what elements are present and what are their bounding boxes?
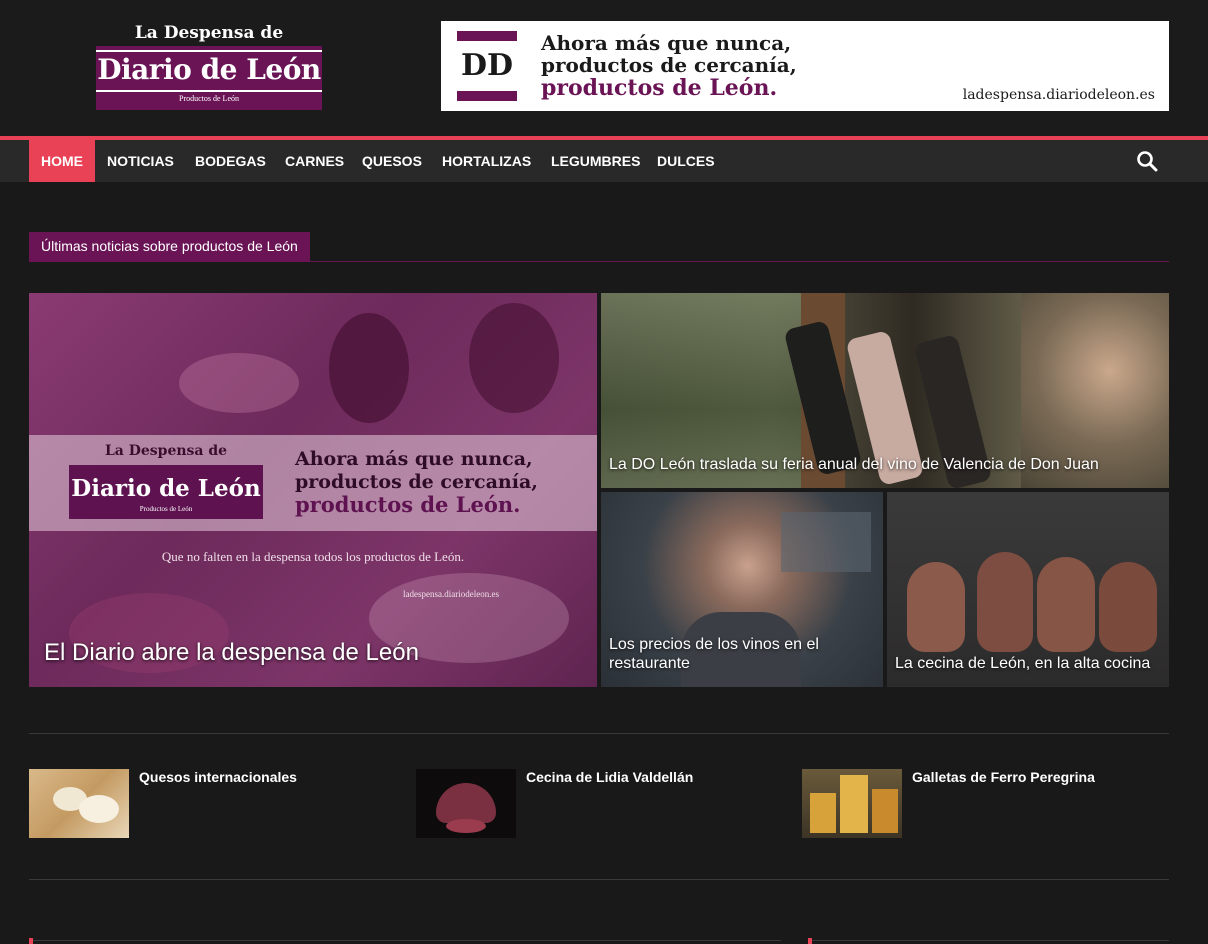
image-line-3: productos de León. (295, 492, 521, 517)
bread-shape (179, 353, 299, 413)
plate-shape (446, 819, 486, 833)
section-rule (33, 940, 781, 941)
package-shape (872, 789, 898, 833)
ham-shape (436, 783, 496, 823)
cheese-shape (79, 795, 119, 823)
section-title-line (29, 261, 1169, 262)
image-logo-top: La Despensa de (104, 443, 228, 459)
nav-item-carnes[interactable]: CARNES (285, 140, 344, 182)
section-marker (29, 938, 33, 944)
section-marker (808, 938, 812, 944)
post-item[interactable]: Galletas de Ferro Peregrina (802, 769, 1169, 839)
post-thumbnail[interactable] (416, 769, 516, 838)
nav-item-hortalizas[interactable]: HORTALIZAS (442, 140, 531, 182)
nav-item-quesos[interactable]: QUESOS (362, 140, 422, 182)
image-url: ladespensa.diariodeleon.es (403, 589, 499, 599)
featured-title-precios-vinos[interactable]: Los precios de los vinos en el restauran… (609, 635, 875, 673)
site-header: La Despensa de Diario de León Productos … (0, 0, 1208, 136)
featured-post-precios-vinos[interactable]: Los precios de los vinos en el restauran… (601, 492, 883, 687)
post-item[interactable]: Quesos internacionales (29, 769, 399, 839)
package-shape (840, 775, 868, 833)
cecina-shape (907, 562, 965, 652)
nav-item-dulces[interactable]: DULCES (657, 140, 715, 182)
cecina-shape (977, 552, 1033, 652)
image-tagline: Que no falten en la despensa todos los p… (161, 549, 465, 564)
nav-item-legumbres[interactable]: LEGUMBRES (551, 140, 640, 182)
featured-main-title[interactable]: El Diario abre la despensa de León (44, 639, 589, 667)
featured-title-do-leon[interactable]: La DO León traslada su feria anual del v… (609, 455, 1161, 474)
featured-post-do-leon[interactable]: La DO León traslada su feria anual del v… (601, 293, 1169, 488)
featured-title-cecina[interactable]: La cecina de León, en la alta cocina (895, 654, 1161, 673)
cecina-shape (1037, 557, 1095, 652)
section-title: Últimas noticias sobre productos de León (29, 232, 310, 261)
wine-glass-shape (329, 313, 409, 423)
section-divider (29, 733, 1169, 734)
site-logo[interactable]: La Despensa de Diario de León Productos … (96, 22, 322, 112)
do-bar-bottom (457, 91, 517, 101)
banner-line-1: Ahora más que nunca, (541, 31, 792, 55)
do-logo: DD (457, 31, 517, 101)
post-title[interactable]: Galletas de Ferro Peregrina (912, 769, 1095, 785)
nav-item-home[interactable]: HOME (29, 140, 95, 182)
image-line-1: Ahora más que nunca, (295, 448, 533, 470)
main-nav: HOME NOTICIAS BODEGAS CARNES QUESOS HORT… (0, 140, 1208, 182)
do-bar-top (457, 31, 517, 41)
post-title[interactable]: Quesos internacionales (139, 769, 297, 785)
image-logo-sub: Productos de León (139, 505, 193, 513)
banner-line-3: productos de León. (541, 75, 778, 101)
nav-item-bodegas[interactable]: BODEGAS (195, 140, 266, 182)
logo-rule (96, 90, 322, 92)
post-thumbnail[interactable] (802, 769, 902, 838)
image-logo-box: Diario de León Productos de León (69, 465, 263, 519)
banner-url: ladespensa.diariodeleon.es (962, 87, 1155, 103)
section-divider (29, 879, 1169, 880)
search-icon[interactable] (1136, 150, 1158, 172)
package-shape (810, 793, 836, 833)
window-shape (781, 512, 871, 572)
post-item[interactable]: Cecina de Lidia Valdellán (416, 769, 786, 839)
logo-top-text: La Despensa de (134, 23, 284, 43)
image-logo-main: Diario de León (71, 475, 261, 502)
banner-line-2: productos de cercanía, (541, 53, 797, 77)
nav-item-noticias[interactable]: NOTICIAS (107, 140, 174, 182)
wine-glass-shape (469, 303, 559, 413)
featured-main-post[interactable]: La Despensa de Diario de León Productos … (29, 293, 597, 687)
section-rule (812, 940, 1169, 941)
image-line-2: productos de cercanía, (295, 471, 538, 493)
header-banner[interactable]: DD Ahora más que nunca, productos de cer… (441, 21, 1169, 111)
cecina-shape (1099, 562, 1157, 652)
logo-main-text: Diario de León (97, 53, 321, 86)
logo-box: Diario de León Productos de León (96, 46, 322, 110)
logo-sub-text: Productos de León (179, 94, 239, 103)
post-title[interactable]: Cecina de Lidia Valdellán (526, 769, 693, 785)
post-thumbnail[interactable] (29, 769, 129, 838)
featured-post-cecina[interactable]: La cecina de León, en la alta cocina (887, 492, 1169, 687)
do-logo-text: DD (460, 48, 514, 83)
